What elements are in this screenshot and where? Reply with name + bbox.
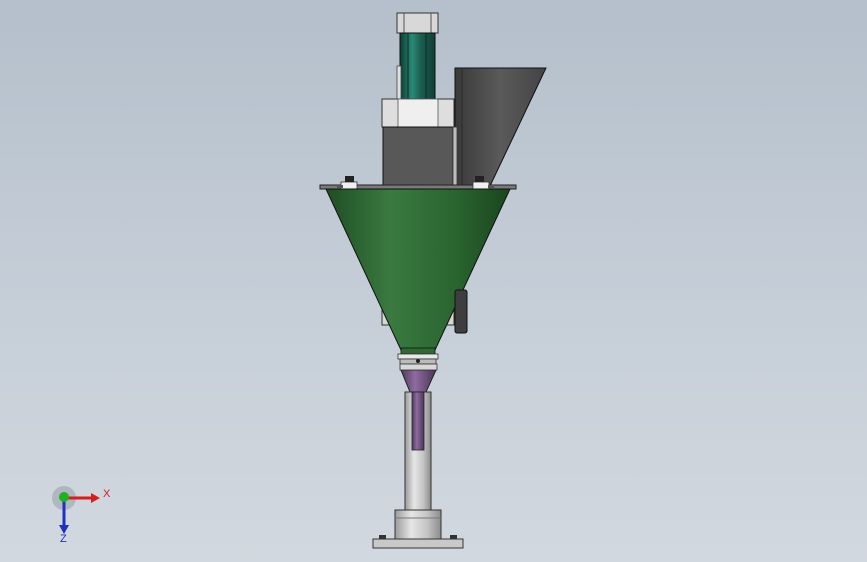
graphics-viewport[interactable]: X Z [0, 0, 867, 562]
reference-triad: X Z [52, 486, 111, 544]
x-axis-head [91, 493, 100, 503]
hopper-cone[interactable] [325, 188, 511, 351]
x-axis-label: X [103, 488, 111, 500]
dosing-funnel[interactable] [400, 369, 437, 393]
auger-window [411, 391, 425, 451]
agitator-knob[interactable] [454, 289, 468, 334]
motor-body [399, 32, 436, 100]
infeed-chute[interactable] [454, 67, 547, 187]
y-axis-dot [59, 492, 69, 502]
gearbox[interactable] [382, 126, 454, 188]
motor-cap [396, 12, 439, 34]
model-view[interactable] [0, 0, 867, 562]
coupling-housing[interactable] [381, 98, 455, 128]
z-axis-label: Z [60, 533, 67, 544]
outlet-neck[interactable] [397, 347, 439, 365]
base-collar[interactable] [394, 509, 442, 541]
motor[interactable] [396, 12, 439, 100]
motor-side-tab [396, 65, 402, 100]
base-plate[interactable] [372, 538, 464, 549]
